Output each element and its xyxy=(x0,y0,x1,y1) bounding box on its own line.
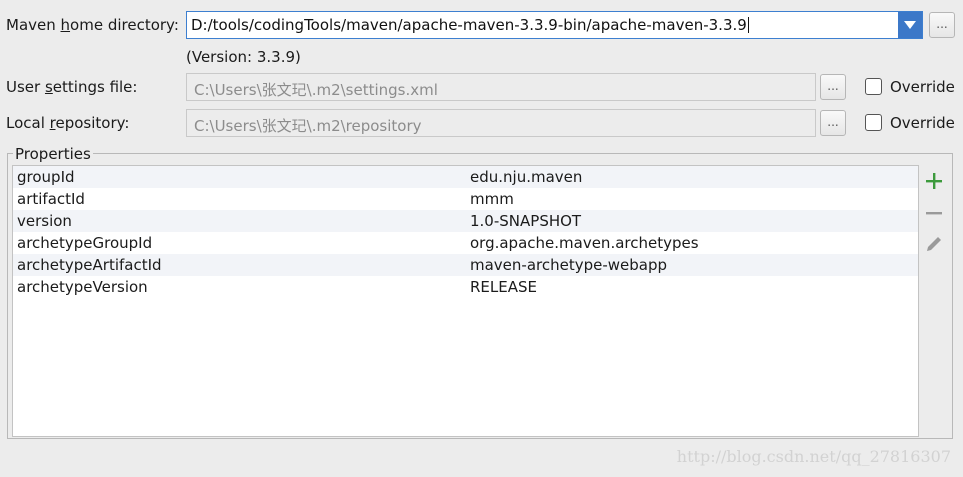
minus-icon xyxy=(926,212,942,215)
plus-icon xyxy=(926,173,942,189)
property-value: edu.nju.maven xyxy=(470,168,583,186)
property-value: 1.0-SNAPSHOT xyxy=(470,212,582,230)
user-settings-browse-button[interactable]: ... xyxy=(820,74,846,100)
property-key: version xyxy=(17,212,72,230)
remove-property-button[interactable] xyxy=(922,201,946,225)
watermark-text: http://blog.csdn.net/qq_27816307 xyxy=(676,447,951,466)
properties-title: Properties xyxy=(13,145,93,163)
maven-version-label: (Version: 3.3.9) xyxy=(186,48,301,66)
property-key: archetypeGroupId xyxy=(17,234,153,252)
table-row[interactable]: artifactId mmm xyxy=(13,188,918,210)
property-value: maven-archetype-webapp xyxy=(470,256,668,274)
property-key: archetypeVersion xyxy=(17,278,148,296)
chevron-down-icon xyxy=(904,21,916,29)
user-settings-field[interactable]: C:\Users\张文玘\.m2\settings.xml xyxy=(186,73,816,101)
local-repository-label: Local repository: xyxy=(6,114,130,132)
user-settings-label: User settings file: xyxy=(6,78,138,96)
properties-table[interactable]: groupId edu.nju.maven artifactId mmm ver… xyxy=(12,165,919,437)
user-settings-override-checkbox[interactable] xyxy=(865,78,882,95)
edit-property-button[interactable] xyxy=(922,232,946,256)
property-key: archetypeArtifactId xyxy=(17,256,162,274)
property-value: mmm xyxy=(470,190,514,208)
table-row[interactable]: archetypeGroupId org.apache.maven.archet… xyxy=(13,232,918,254)
local-repository-override-checkbox[interactable] xyxy=(865,114,882,131)
property-value: RELEASE xyxy=(470,278,537,296)
maven-home-browse-button[interactable]: ... xyxy=(929,12,955,38)
local-repository-override-label[interactable]: Override xyxy=(890,114,955,132)
local-repository-field[interactable]: C:\Users\张文玘\.m2\repository xyxy=(186,109,816,137)
maven-home-combobox[interactable]: D:/tools/codingTools/maven/apache-maven-… xyxy=(186,11,923,39)
add-property-button[interactable] xyxy=(922,169,946,193)
property-key: groupId xyxy=(17,168,75,186)
property-key: artifactId xyxy=(17,190,85,208)
pencil-icon xyxy=(927,237,941,251)
user-settings-override-label[interactable]: Override xyxy=(890,78,955,96)
table-row[interactable]: version 1.0-SNAPSHOT xyxy=(13,210,918,232)
maven-home-label: Maven home directory: xyxy=(6,16,179,34)
table-row[interactable]: groupId edu.nju.maven xyxy=(13,166,918,188)
table-row[interactable]: archetypeArtifactId maven-archetype-weba… xyxy=(13,254,918,276)
table-row[interactable]: archetypeVersion RELEASE xyxy=(13,276,918,298)
property-value: org.apache.maven.archetypes xyxy=(470,234,699,252)
dropdown-arrow-button[interactable] xyxy=(898,12,922,38)
maven-home-value[interactable]: D:/tools/codingTools/maven/apache-maven-… xyxy=(191,16,749,34)
local-repository-browse-button[interactable]: ... xyxy=(820,110,846,136)
